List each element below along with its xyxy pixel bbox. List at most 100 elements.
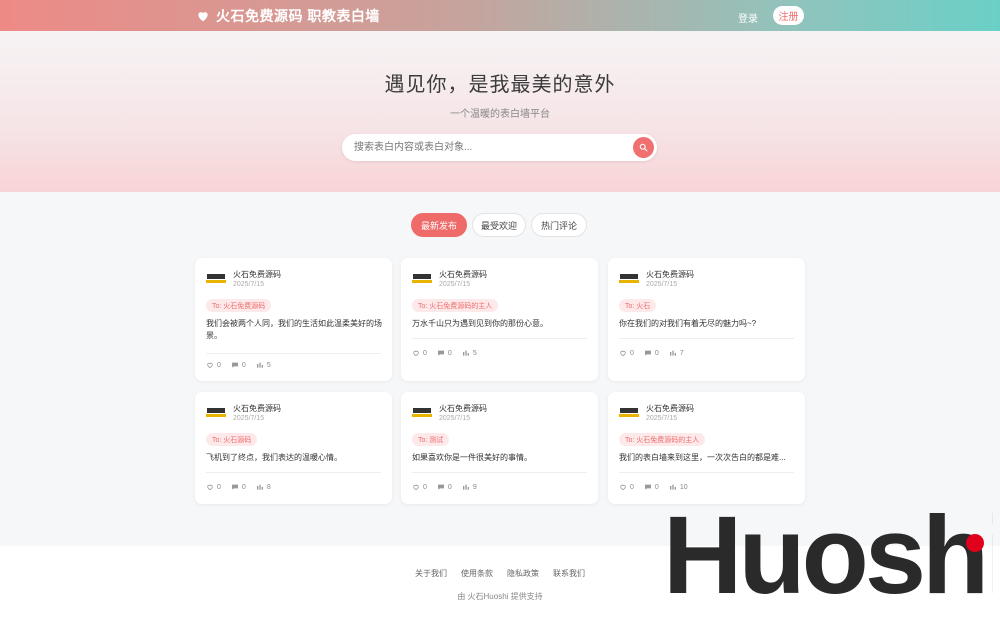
hero-title: 遇见你，是我最美的意外 bbox=[384, 74, 616, 96]
comment-icon bbox=[231, 484, 238, 490]
heart-outline-icon bbox=[207, 484, 213, 491]
view-icon bbox=[462, 350, 469, 356]
post-content: 你在我们的对我们有着无尽的魅力吗~? bbox=[619, 319, 757, 328]
heart-outline-icon bbox=[620, 484, 626, 491]
comment-count[interactable]: 0 bbox=[644, 483, 659, 491]
card-divider bbox=[206, 353, 381, 354]
post-date: 2025/7/15 bbox=[233, 415, 265, 422]
post-card[interactable]: 火石免费源码 2025/7/15 To: 火石免费源码的主人 万水千山只为遇到见… bbox=[401, 258, 598, 381]
comment-icon bbox=[644, 350, 651, 356]
comment-count-value: 0 bbox=[447, 349, 452, 357]
comment-count-value: 0 bbox=[447, 483, 452, 491]
comment-count[interactable]: 0 bbox=[437, 483, 452, 491]
post-content: 我们会被两个人同，我们的生活如此温柔美好的场景。 bbox=[206, 319, 382, 340]
view-count: 5 bbox=[256, 361, 271, 369]
like-count-value: 0 bbox=[630, 349, 634, 357]
heart-outline-icon bbox=[413, 484, 419, 491]
brand[interactable]: 火石免费源码 职教表白墙 bbox=[196, 6, 380, 26]
author-name: 火石免费源码 bbox=[233, 404, 281, 413]
like-count[interactable]: 0 bbox=[206, 361, 221, 369]
search-input[interactable] bbox=[354, 140, 624, 155]
like-count[interactable]: 0 bbox=[619, 483, 634, 491]
footer-link-contact[interactable]: 联系我们 bbox=[553, 568, 585, 579]
comment-count[interactable]: 0 bbox=[231, 483, 246, 491]
like-count-value: 0 bbox=[423, 349, 427, 357]
post-content: 如果喜欢你是一件很美好的事情。 bbox=[412, 453, 532, 462]
comment-count[interactable]: 0 bbox=[644, 349, 659, 357]
like-count[interactable]: 0 bbox=[206, 483, 221, 491]
like-count[interactable]: 0 bbox=[412, 483, 427, 491]
recipient-tag: To: 火石免费源码的主人 bbox=[412, 299, 499, 312]
view-icon bbox=[256, 484, 263, 490]
author-logo bbox=[412, 272, 432, 283]
post-date: 2025/7/15 bbox=[233, 281, 265, 288]
view-count-value: 9 bbox=[472, 483, 477, 491]
comment-icon bbox=[644, 484, 651, 490]
view-count: 9 bbox=[462, 483, 477, 491]
watermark-dot bbox=[966, 534, 984, 552]
tab-popular[interactable]: 最受欢迎 bbox=[472, 213, 526, 237]
author-logo bbox=[206, 406, 226, 417]
card-divider bbox=[206, 472, 381, 473]
view-icon bbox=[669, 350, 676, 356]
post-content: 万水千山只为遇到见到你的那份心意。 bbox=[412, 319, 548, 328]
comment-icon bbox=[437, 350, 444, 356]
view-icon bbox=[669, 484, 676, 490]
register-button[interactable]: 注册 bbox=[773, 6, 804, 25]
top-nav-bar: 火石免费源码 职教表白墙 登录 注册 bbox=[0, 0, 1000, 31]
post-card[interactable]: 火石免费源码 2025/7/15 To: 火石免费源码 我们会被两个人同，我们的… bbox=[195, 258, 392, 381]
footer-link-about[interactable]: 关于我们 bbox=[415, 568, 447, 579]
like-count[interactable]: 0 bbox=[619, 349, 634, 357]
huoshi-watermark-logo: Huoshi bbox=[663, 505, 993, 605]
brand-title: 火石免费源码 职教表白墙 bbox=[216, 8, 380, 24]
view-count-value: 10 bbox=[679, 483, 688, 491]
recipient-tag: To: 火石免费源码 bbox=[206, 299, 272, 312]
footer-link-privacy[interactable]: 隐私政策 bbox=[507, 568, 539, 579]
author-logo bbox=[412, 406, 432, 417]
author-name: 火石免费源码 bbox=[233, 270, 281, 279]
like-count[interactable]: 0 bbox=[412, 349, 427, 357]
view-count-value: 7 bbox=[679, 349, 684, 357]
watermark-text: Huoshi bbox=[663, 505, 993, 605]
post-stats: 0 0 9 bbox=[412, 483, 477, 491]
comment-count-value: 0 bbox=[241, 361, 246, 369]
search-button[interactable] bbox=[633, 137, 654, 158]
view-icon bbox=[462, 484, 469, 490]
post-card[interactable]: 火石免费源码 2025/7/15 To: 火石免费源码的主人 我们的表白墙来到这… bbox=[608, 392, 805, 504]
comment-count-value: 0 bbox=[654, 349, 659, 357]
heart-outline-icon bbox=[207, 362, 213, 369]
recipient-tag: To: 火石源码 bbox=[206, 433, 258, 446]
login-link[interactable]: 登录 bbox=[738, 10, 758, 25]
recipient-tag: To: 火石免费源码的主人 bbox=[619, 433, 706, 446]
post-stats: 0 0 5 bbox=[206, 361, 271, 369]
view-count: 5 bbox=[462, 349, 477, 357]
view-count: 7 bbox=[669, 349, 684, 357]
hero-section: 遇见你，是我最美的意外 一个温暖的表白墙平台 bbox=[0, 31, 1000, 192]
post-card[interactable]: 火石免费源码 2025/7/15 To: 测试 如果喜欢你是一件很美好的事情。 … bbox=[401, 392, 598, 504]
author-logo bbox=[619, 406, 639, 417]
author-logo bbox=[206, 272, 226, 283]
sort-tabs: 最新发布 最受欢迎 热门评论 bbox=[411, 213, 587, 237]
post-card[interactable]: 火石免费源码 2025/7/15 To: 火石源码 飞机到了终点，我们表达的温暖… bbox=[195, 392, 392, 504]
post-card[interactable]: 火石免费源码 2025/7/15 To: 火石 你在我们的对我们有着无尽的魅力吗… bbox=[608, 258, 805, 381]
footer-links: 关于我们 使用条款 隐私政策 联系我们 bbox=[415, 568, 585, 579]
comment-count[interactable]: 0 bbox=[437, 349, 452, 357]
comment-count[interactable]: 0 bbox=[231, 361, 246, 369]
card-divider bbox=[619, 338, 794, 339]
post-stats: 0 0 10 bbox=[619, 483, 688, 491]
post-content: 飞机到了终点，我们表达的温暖心情。 bbox=[206, 453, 342, 462]
comment-icon bbox=[437, 484, 444, 490]
recipient-tag: To: 测试 bbox=[412, 433, 450, 446]
view-count-value: 5 bbox=[472, 349, 477, 357]
tab-hot-comments[interactable]: 热门评论 bbox=[531, 213, 587, 237]
tab-latest[interactable]: 最新发布 bbox=[411, 213, 467, 237]
card-divider bbox=[412, 472, 587, 473]
footer-link-terms[interactable]: 使用条款 bbox=[461, 568, 493, 579]
card-divider bbox=[412, 338, 587, 339]
heart-outline-icon bbox=[413, 350, 419, 357]
like-count-value: 0 bbox=[630, 483, 634, 491]
post-content: 我们的表白墙来到这里，一次次告白的都是难... bbox=[619, 453, 786, 462]
view-count: 10 bbox=[669, 483, 688, 491]
heart-icon bbox=[198, 12, 208, 22]
like-count-value: 0 bbox=[423, 483, 427, 491]
